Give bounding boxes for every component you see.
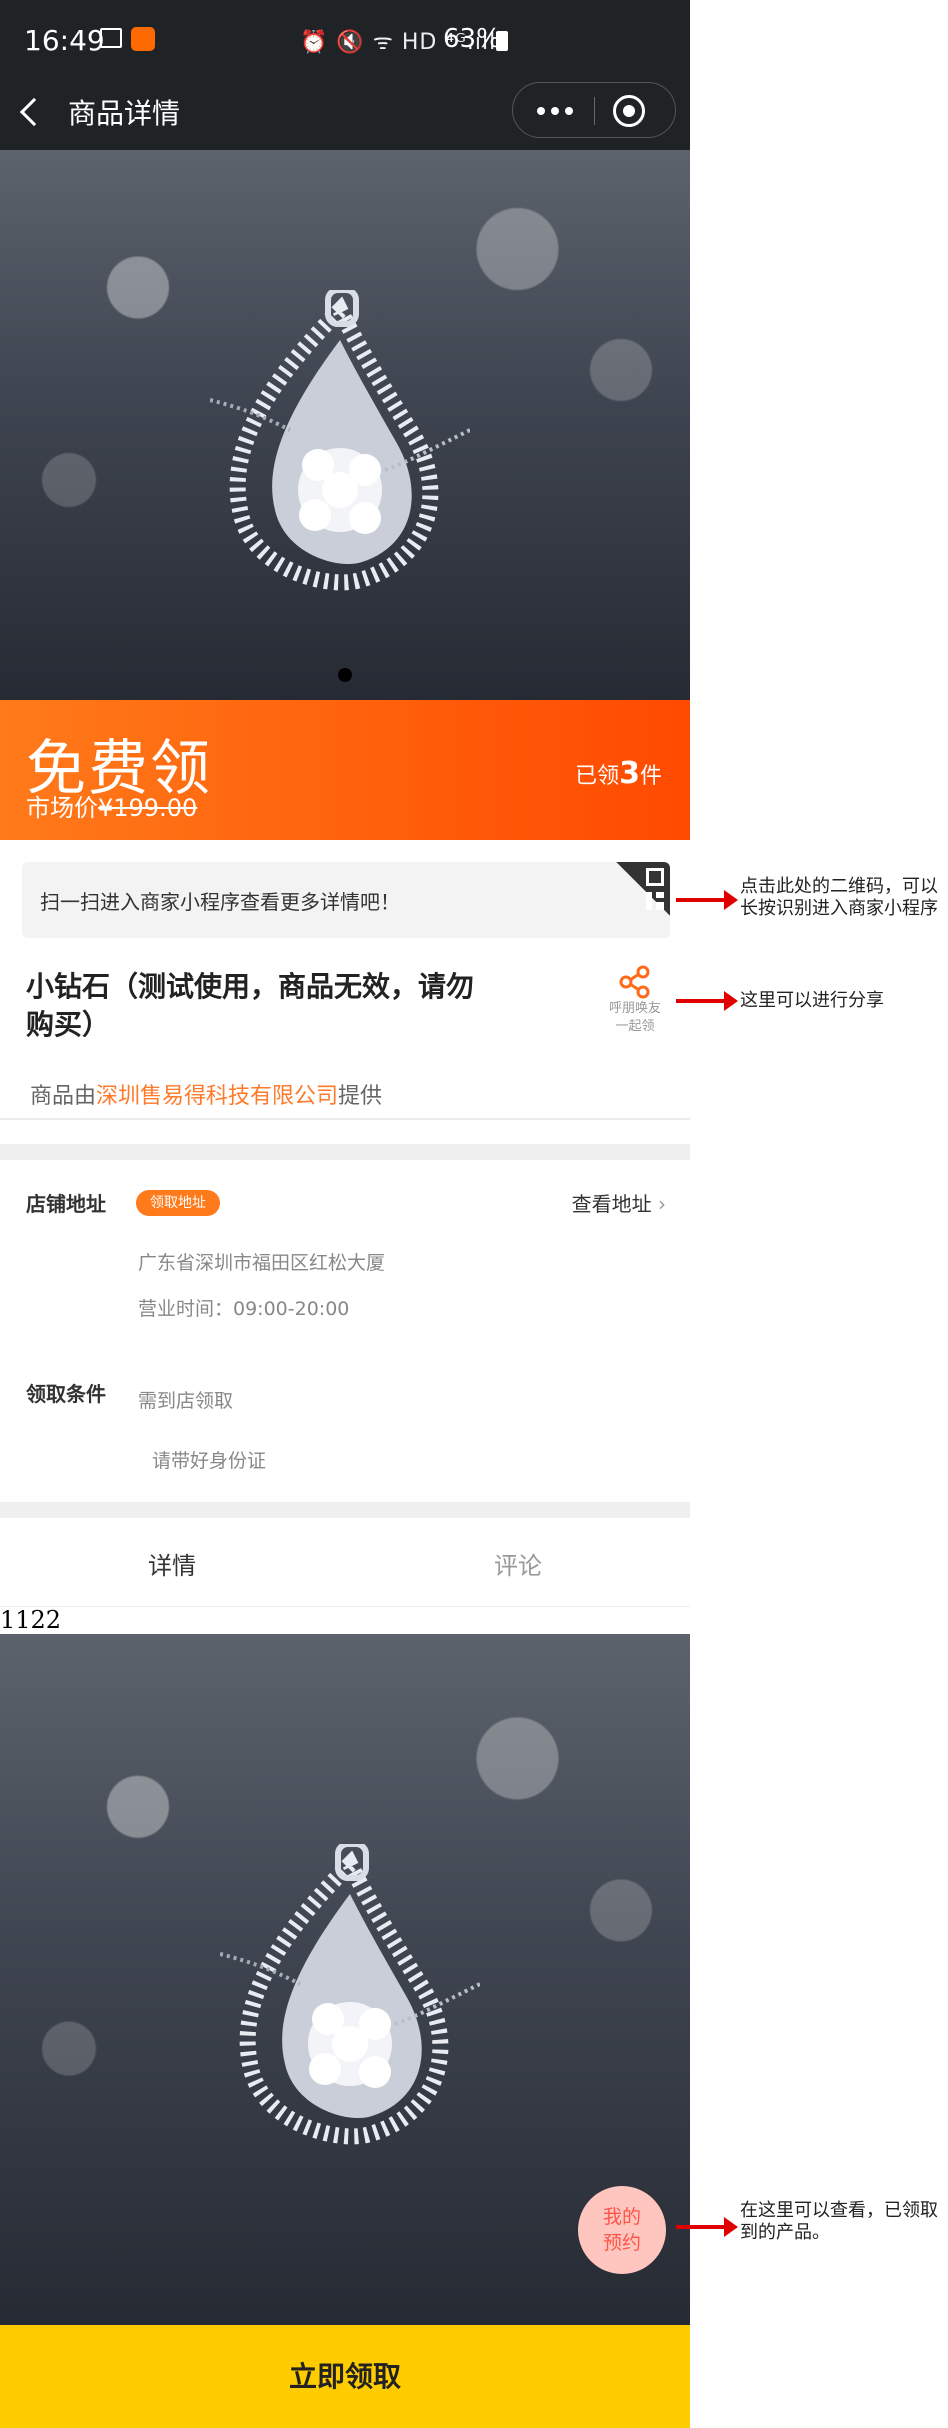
chevron-right-icon: ›: [658, 1192, 666, 1216]
tab-comments[interactable]: 评论: [494, 1546, 542, 1581]
store-address: 广东省深圳市福田区红松大厦: [138, 1252, 386, 1274]
my-reservation-label-2: 预约: [602, 2232, 641, 2254]
qr-code-icon[interactable]: [616, 862, 670, 916]
my-reservation-button[interactable]: 我的 预约: [578, 2186, 666, 2274]
claim-condition-label: 领取条件: [26, 1382, 106, 1406]
product-title: 小钻石（测试使用，商品无效，请勿购买）: [26, 970, 475, 1041]
view-address-link[interactable]: 查看地址 ›: [572, 1188, 666, 1217]
divider: [0, 1118, 690, 1120]
phone-screen: 16:49 ⏰ 🔇 ᯤ HD ⁴ᴳ.ıll 63% 商品详情 免费领 市场价¥1…: [0, 0, 690, 2428]
annotation-arrow: [676, 2217, 738, 2237]
detail-raw-text: 1122: [0, 1606, 62, 1634]
miniprogram-capsule: [512, 82, 676, 138]
battery-percent: 63%: [443, 24, 501, 54]
claimed-suffix: 件: [639, 764, 662, 789]
share-label-1: 呼朋唤友: [608, 1001, 661, 1016]
provider-suffix: 提供: [338, 1084, 383, 1109]
provider-company-link[interactable]: 深圳售易得科技有限公司: [96, 1084, 338, 1109]
annotation-share: 这里可以进行分享: [740, 990, 884, 1011]
gallery-icon: [100, 28, 122, 48]
my-reservation-label-1: 我的: [602, 2206, 641, 2228]
nav-bar: 商品详情: [0, 82, 690, 150]
share-label-2: 一起领: [615, 1019, 655, 1034]
claim-now-button[interactable]: 立即领取: [0, 2325, 690, 2428]
market-price-label: 市场价: [26, 794, 98, 822]
store-hours: 营业时间：09:00-20:00: [138, 1298, 350, 1320]
chevron-left-icon[interactable]: [19, 97, 49, 127]
product-image-carousel[interactable]: [0, 150, 690, 700]
market-price-value: ¥199.00: [98, 794, 198, 822]
page-title: 商品详情: [68, 97, 181, 130]
app-notification-icon: [131, 27, 155, 51]
claimed-prefix: 已领: [575, 764, 620, 789]
market-price: 市场价¥199.00: [26, 788, 197, 823]
share-button[interactable]: 呼朋唤友 一起领: [600, 964, 670, 1036]
pendant-image: [210, 290, 470, 591]
section-gap: [0, 1502, 690, 1518]
provider-prefix: 商品由: [30, 1084, 97, 1109]
battery-icon: [496, 31, 508, 51]
more-dots-icon[interactable]: [513, 83, 593, 139]
qr-strip: 扫一扫进入商家小程序查看更多详情吧！: [22, 862, 670, 938]
target-icon[interactable]: [613, 95, 645, 127]
share-icon: [619, 965, 650, 999]
claimed-number: 3: [619, 756, 640, 791]
provider-line: 商品由深圳售易得科技有限公司提供: [30, 1078, 382, 1110]
section-gap: [0, 1144, 690, 1160]
view-address-label: 查看地址: [571, 1192, 652, 1216]
divider: [0, 1606, 690, 1607]
free-claim-banner: 免费领 市场价¥199.00 已领3件: [0, 700, 690, 840]
carousel-indicator[interactable]: [338, 668, 352, 682]
annotation-qr: 点击此处的二维码，可以长按识别进入商家小程序: [740, 876, 938, 919]
annotation-arrow: [676, 991, 738, 1011]
tab-details[interactable]: 详情: [148, 1546, 196, 1581]
claim-condition-2: 请带好身份证: [152, 1450, 267, 1472]
capsule-divider: [594, 97, 595, 125]
pickup-address-tag[interactable]: 领取地址: [136, 1190, 220, 1216]
store-address-label: 店铺地址: [26, 1192, 106, 1216]
pendant-image: [220, 1844, 480, 2145]
status-time: 16:49: [24, 24, 105, 57]
status-bar: 16:49 ⏰ 🔇 ᯤ HD ⁴ᴳ.ıll 63%: [0, 0, 690, 82]
claimed-count: 已领3件: [575, 756, 662, 791]
annotation-reservation: 在这里可以查看，已领取到的产品。: [740, 2200, 938, 2243]
qr-strip-text: 扫一扫进入商家小程序查看更多详情吧！: [40, 890, 400, 914]
claim-condition-1: 需到店领取: [138, 1390, 234, 1412]
annotation-arrow: [676, 890, 738, 910]
